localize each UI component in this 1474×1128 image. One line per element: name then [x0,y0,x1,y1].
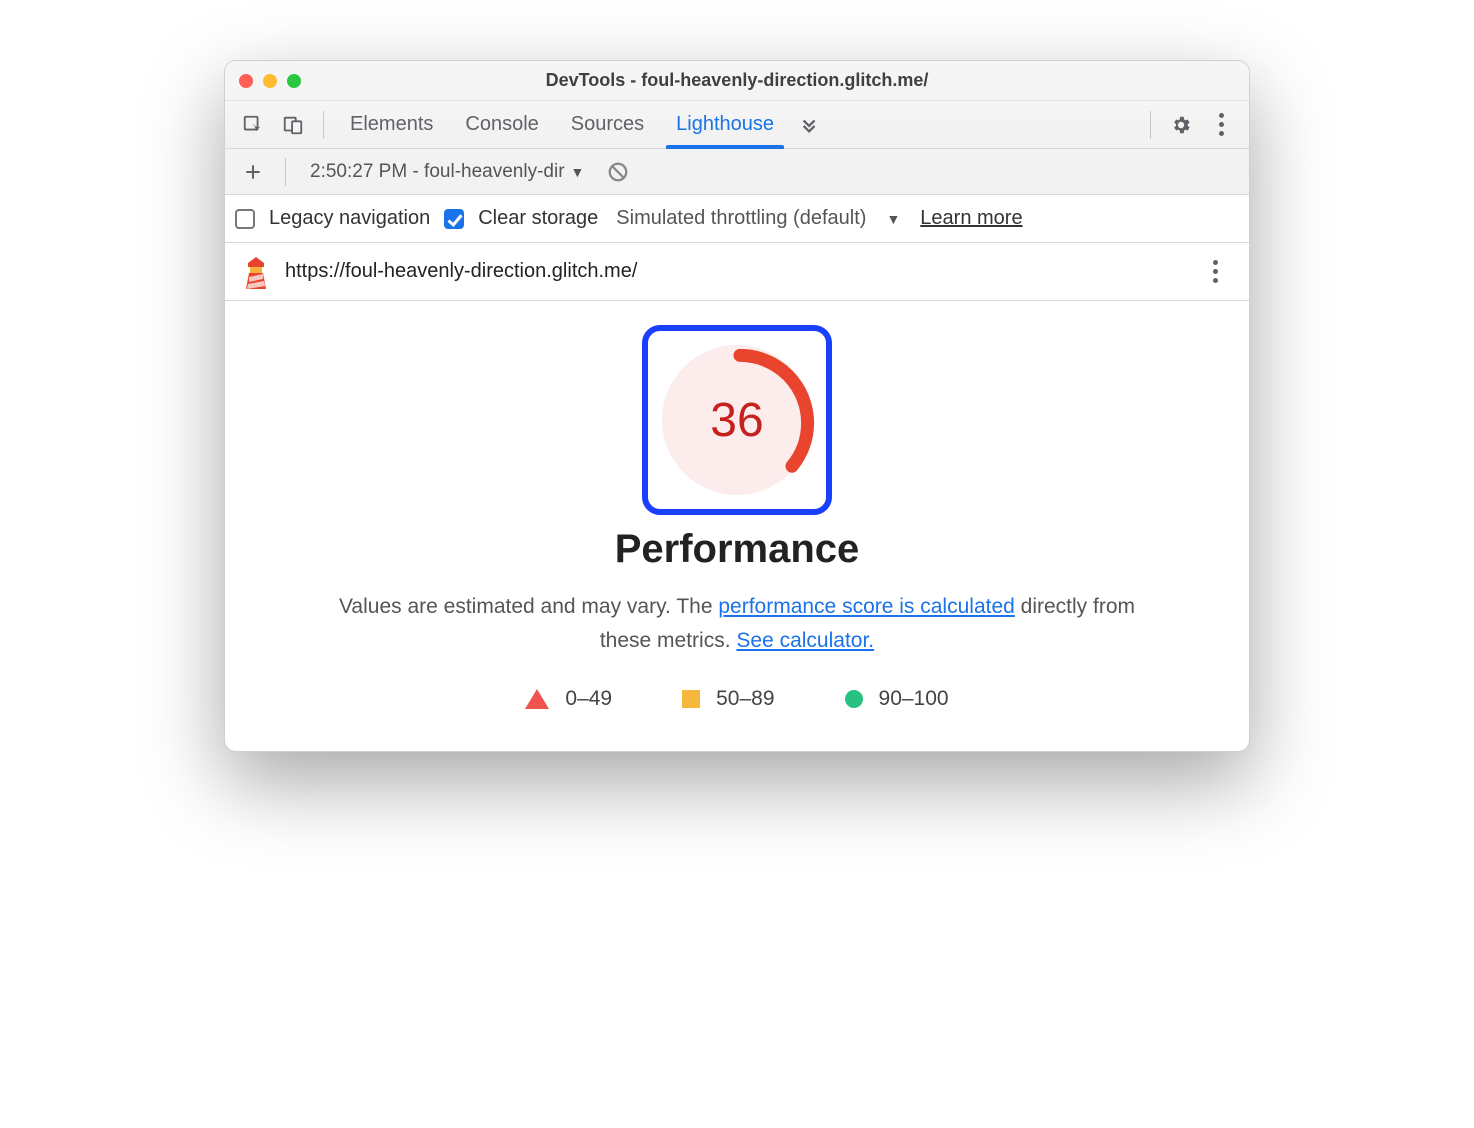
tab-sources[interactable]: Sources [557,101,658,149]
devtools-tabbar: Elements Console Sources Lighthouse [225,101,1249,149]
report-url-bar: https://foul-heavenly-direction.glitch.m… [225,243,1249,301]
maximize-window-icon[interactable] [287,74,301,88]
calculator-link[interactable]: See calculator. [736,629,874,652]
devtools-window: DevTools - foul-heavenly-direction.glitc… [224,60,1250,752]
window-title: DevTools - foul-heavenly-direction.glitc… [225,70,1249,91]
new-report-icon[interactable] [235,154,271,190]
legend-mid: 50–89 [682,687,774,711]
tab-console[interactable]: Console [451,101,552,149]
divider [1150,111,1151,139]
legend-low: 0–49 [525,687,612,711]
score-calculation-link[interactable]: performance score is calculated [718,595,1014,618]
tab-lighthouse[interactable]: Lighthouse [662,101,788,149]
titlebar: DevTools - foul-heavenly-direction.glitc… [225,61,1249,101]
performance-title: Performance [249,527,1225,572]
more-tabs-icon[interactable] [792,107,828,143]
legend-mid-label: 50–89 [716,687,774,711]
clear-storage-label: Clear storage [478,207,598,230]
report-menu-icon[interactable] [1197,254,1233,290]
lighthouse-report-bar: 2:50:27 PM - foul-heavenly-dir ▼ [225,149,1249,195]
traffic-lights [225,74,301,88]
legend-high: 90–100 [845,687,949,711]
performance-score: 36 [710,393,763,448]
divider [323,111,324,139]
minimize-window-icon[interactable] [263,74,277,88]
performance-gauge[interactable]: 36 [642,325,832,515]
kebab-menu-icon[interactable] [1203,107,1239,143]
legend-high-label: 90–100 [879,687,949,711]
clear-report-icon[interactable] [600,154,636,190]
inspect-element-icon[interactable] [235,107,271,143]
legacy-navigation-checkbox[interactable] [235,209,255,229]
report-selector-label: 2:50:27 PM - foul-heavenly-dir [310,161,565,183]
score-legend: 0–49 50–89 90–100 [249,687,1225,711]
lighthouse-settings-bar: Legacy navigation Clear storage Simulate… [225,195,1249,243]
report-selector[interactable]: 2:50:27 PM - foul-heavenly-dir ▼ [300,157,594,187]
chevron-down-icon: ▼ [571,164,585,180]
close-window-icon[interactable] [239,74,253,88]
triangle-icon [525,689,549,709]
tab-elements[interactable]: Elements [336,101,447,149]
gear-icon[interactable] [1163,107,1199,143]
square-icon [682,690,700,708]
device-toggle-icon[interactable] [275,107,311,143]
circle-icon [845,690,863,708]
chevron-down-icon[interactable]: ▼ [886,211,900,227]
throttling-label: Simulated throttling (default) [616,207,866,230]
divider [285,158,286,186]
performance-description: Values are estimated and may vary. The p… [337,590,1137,657]
legend-low-label: 0–49 [565,687,612,711]
desc-text: Values are estimated and may vary. The [339,595,718,618]
learn-more-link[interactable]: Learn more [920,207,1022,230]
legacy-navigation-label: Legacy navigation [269,207,430,230]
report-content: 36 Performance Values are estimated and … [225,301,1249,751]
report-url: https://foul-heavenly-direction.glitch.m… [285,260,1183,283]
lighthouse-icon [241,255,271,289]
clear-storage-checkbox[interactable] [444,209,464,229]
